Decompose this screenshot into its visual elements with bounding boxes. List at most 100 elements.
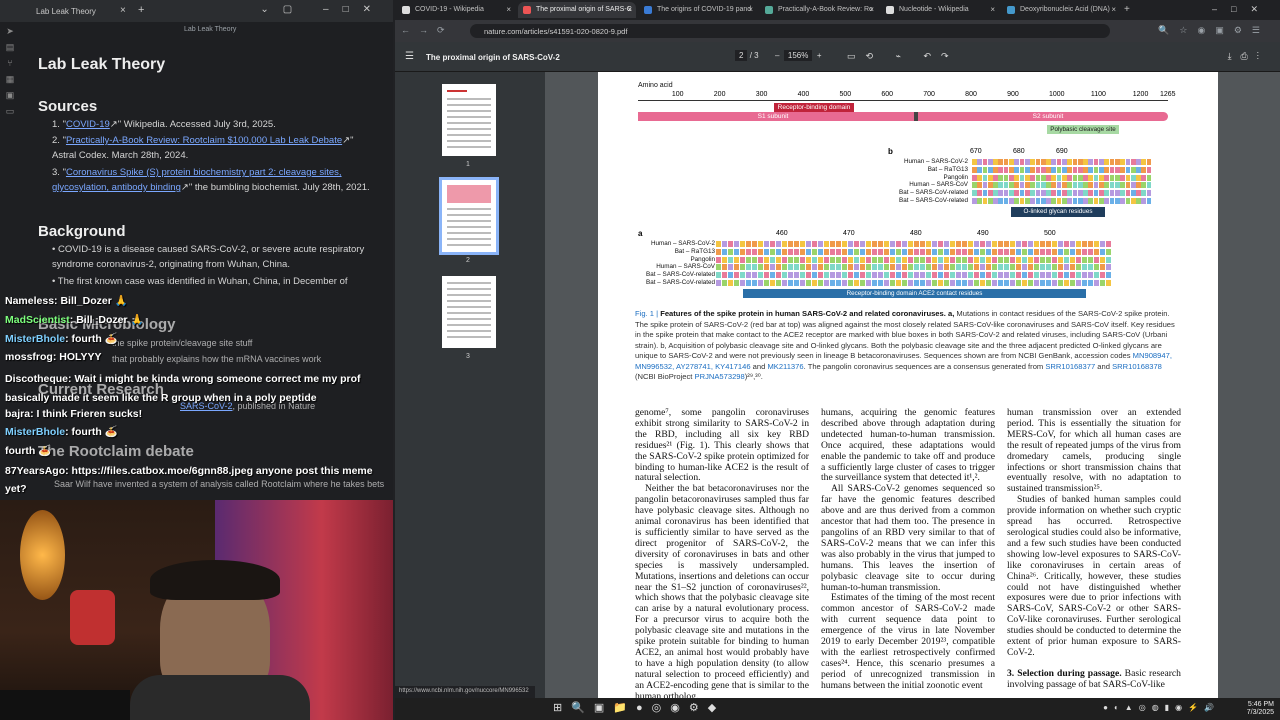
window-controls[interactable]: ⌄▢ –□✕ xyxy=(260,4,385,15)
residue-cell xyxy=(977,174,982,181)
residue-cell xyxy=(872,256,878,263)
residue-cell xyxy=(1130,159,1136,165)
clock[interactable]: 5:46 PM 7/3/2025 xyxy=(1247,701,1274,717)
residue-cell xyxy=(932,256,938,263)
send-icon[interactable]: ➤ xyxy=(0,26,20,42)
axis-tick-label: 600 xyxy=(881,91,894,98)
chat-message: Discotheque: Wait i might be kinda wrong… xyxy=(5,373,361,404)
panel-b-axis: 670 680 690 xyxy=(598,148,1218,158)
tab-covid-wikipedia[interactable]: COVID-19 - Wikipedia × xyxy=(397,2,515,18)
residue-cell xyxy=(962,264,968,271)
residue-cell xyxy=(998,198,1004,204)
notes-tab-title[interactable]: Lab Leak Theory xyxy=(36,7,96,16)
residue-cell xyxy=(872,272,878,279)
residue-cell xyxy=(818,241,824,247)
close-tab-icon[interactable]: × xyxy=(120,5,126,16)
residue-cell xyxy=(902,256,908,263)
residue-cell xyxy=(878,264,884,271)
tab-proximal-origin[interactable]: The proximal origin of SARS-C × xyxy=(518,2,636,18)
residue-cell xyxy=(987,190,993,197)
residue-cell xyxy=(1082,264,1088,271)
caption-link[interactable]: PRJNA573298 xyxy=(695,372,745,381)
residue-cell xyxy=(776,272,782,279)
zoom-control[interactable]: – 156% + xyxy=(775,50,822,61)
residue-cell xyxy=(1046,264,1052,271)
residue-cell xyxy=(1062,182,1067,189)
download-print-more-icons[interactable]: ⤓⎙⋮ xyxy=(1228,51,1268,62)
files-icon[interactable]: ▤ xyxy=(0,42,20,58)
residue-cell xyxy=(878,272,884,279)
residue-cell xyxy=(1130,166,1136,173)
note-content[interactable]: Lab Leak Theory Sources 1. "COVID-19↗" W… xyxy=(22,40,387,290)
page-thumbnail-3[interactable] xyxy=(442,276,496,348)
tab-nucleotide[interactable]: Nucleotide - Wikipedia × xyxy=(881,2,999,18)
pdf-title: The proximal origin of SARS-CoV-2 xyxy=(426,53,560,62)
new-tab-icon[interactable]: + xyxy=(138,4,144,16)
menu-icon[interactable]: ☰ xyxy=(405,51,414,62)
residue-cell xyxy=(824,272,830,279)
page-thumbnail-2[interactable] xyxy=(439,177,499,255)
browser-extension-icons[interactable]: 🔍☆◉▣⚙☰ xyxy=(1158,25,1270,36)
source-link-2[interactable]: Practically-A-Book Review: Rootclaim $10… xyxy=(66,135,342,146)
residue-cell xyxy=(728,241,734,247)
page-indicator[interactable]: 2 / 3 xyxy=(735,50,759,61)
residue-cell xyxy=(818,264,824,271)
chat-message: MadScientist: Bill_Dozer 🙏 xyxy=(5,314,144,326)
residue-cell xyxy=(980,280,986,286)
residue-cell xyxy=(746,272,752,279)
residue-cell xyxy=(1070,248,1076,255)
residue-cell xyxy=(854,248,860,255)
residue-cell xyxy=(1056,174,1062,181)
residue-cell xyxy=(992,272,998,279)
axis-tick-label: 1265 xyxy=(1160,91,1176,98)
residue-cell xyxy=(1019,166,1025,173)
terminal-icon[interactable]: ▭ xyxy=(0,106,20,122)
url-field[interactable]: nature.com/articles/s41591-020-0820-9.pd… xyxy=(470,24,1110,38)
residue-cell xyxy=(944,272,950,279)
pdf-viewer[interactable]: Amino acid 100 200 300 400 500 600 700 800 900 10… xyxy=(545,72,1280,700)
residue-cell xyxy=(794,264,800,271)
residue-cell xyxy=(878,256,884,263)
residue-cell xyxy=(902,272,908,279)
system-tray-icons[interactable]: ●◐▲◎◍▮◉⚡🔊 xyxy=(1103,703,1220,712)
residue-cell xyxy=(1040,272,1046,279)
chat-message: MisterBhole: fourth 🍝 xyxy=(5,426,118,438)
residue-cell xyxy=(1100,248,1106,255)
residue-cell xyxy=(1004,280,1010,286)
graph-icon[interactable]: ⑂ xyxy=(0,58,20,74)
residue-cell xyxy=(1109,159,1115,165)
source-link-1[interactable]: COVID-19 xyxy=(66,119,110,130)
nav-buttons[interactable]: ←→⟳ xyxy=(401,25,454,36)
residue-cell xyxy=(972,198,977,204)
residue-cell xyxy=(980,264,986,271)
tab-dna[interactable]: Deoxyribonucleic Acid (DNA) × xyxy=(1002,2,1120,18)
window-controls[interactable]: –□✕ xyxy=(1212,4,1272,15)
residue-cell xyxy=(932,272,938,279)
new-tab-icon[interactable]: + xyxy=(1120,2,1136,18)
calendar-icon[interactable]: ▦ xyxy=(0,74,20,90)
page-thumbnail-1[interactable] xyxy=(442,84,496,156)
residue-cell xyxy=(986,280,992,286)
caption-link[interactable]: MK211376 xyxy=(767,362,803,371)
residue-cell xyxy=(1083,182,1088,189)
fit-rotate-icons[interactable]: ▭⟲ ⌁ ↶↷ xyxy=(847,51,959,62)
residue-cell xyxy=(824,248,830,255)
pages-icon[interactable]: ▣ xyxy=(0,90,20,106)
residue-cell xyxy=(962,272,968,279)
caption-link[interactable]: SRR10168378 xyxy=(1112,362,1162,371)
residue-cell xyxy=(842,280,848,286)
residue-cell xyxy=(968,264,974,271)
residue-cell xyxy=(1040,256,1046,263)
caption-link[interactable]: SRR10168377 xyxy=(1045,362,1095,371)
residue-cell xyxy=(1141,190,1147,197)
background-item-2: • The first known case was identified in… xyxy=(52,276,348,287)
residue-cell xyxy=(977,166,982,173)
tab-astral-codex[interactable]: Practically-A-Book Review: Ro × xyxy=(760,2,878,18)
residue-cell xyxy=(914,241,920,247)
residue-cell xyxy=(770,248,776,255)
residue-cell xyxy=(1077,190,1083,197)
taskbar-app-icons[interactable]: ⊞🔍▣📁●◎◉⚙◆ xyxy=(553,701,725,714)
residue-cell xyxy=(1040,159,1046,165)
residue-cell xyxy=(740,280,746,286)
tab-origins-covid[interactable]: The origins of COVID-19 pand × xyxy=(639,2,757,18)
